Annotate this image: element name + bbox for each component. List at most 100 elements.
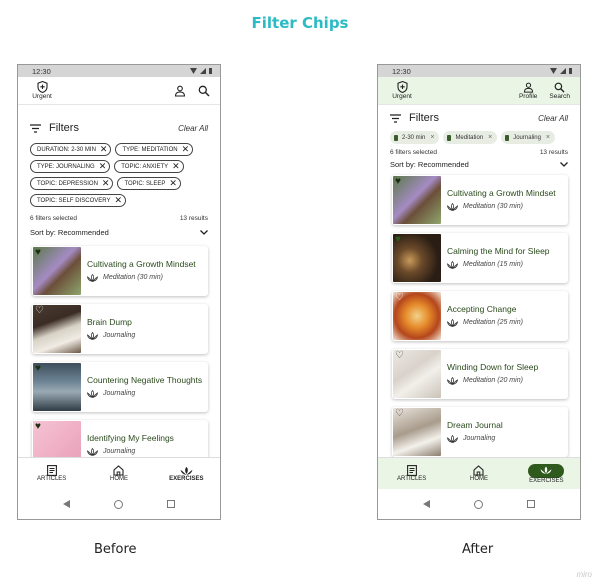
lotus-icon: [180, 466, 193, 475]
favorite-heart-icon[interactable]: ♡: [35, 306, 44, 316]
nav-exercises[interactable]: EXERCISES: [513, 458, 580, 489]
close-icon[interactable]: ✕: [99, 162, 107, 171]
search-label: Search: [549, 92, 570, 100]
filter-chip[interactable]: Journaling ×: [501, 131, 555, 144]
close-icon[interactable]: ✕: [169, 179, 177, 188]
comparison-page: Filter Chips 12:30 Urgent Filters Clear …: [0, 0, 600, 583]
favorite-heart-icon[interactable]: ♥: [395, 177, 401, 187]
wifi-icon: [190, 68, 197, 74]
nav-exercises[interactable]: EXERCISES: [153, 458, 220, 489]
filter-icon: [30, 123, 41, 133]
bottom-navigation: ARTICLES HOME EXERCISES: [18, 457, 220, 489]
lotus-icon: [447, 318, 458, 327]
exercise-card[interactable]: ♡ Accepting Change Meditation (25 min): [392, 291, 568, 341]
close-icon[interactable]: ✕: [114, 196, 122, 205]
profile-icon[interactable]: [174, 85, 186, 97]
profile-button[interactable]: Profile: [519, 82, 537, 100]
nav-label: ARTICLES: [397, 476, 427, 482]
meditation-icon: [447, 134, 452, 141]
favorite-heart-icon[interactable]: ♡: [395, 293, 404, 303]
favorite-heart-icon[interactable]: ♥: [35, 248, 41, 258]
hourglass-icon: [394, 134, 398, 141]
card-title: Cultivating a Growth Mindset: [87, 259, 196, 270]
filter-chip[interactable]: Meditation ×: [443, 131, 498, 144]
recents-icon[interactable]: [167, 500, 175, 508]
exercise-card[interactable]: ♡ Winding Down for Sleep Meditation (20 …: [392, 349, 568, 399]
exercise-card[interactable]: ♡ Dream Journal Journaling: [392, 407, 568, 457]
status-bar: 12:30: [18, 65, 220, 77]
filter-chip[interactable]: TOPIC: DEPRESSION ✕: [30, 177, 114, 190]
card-subtitle: Meditation (20 min): [463, 377, 523, 385]
back-icon[interactable]: [423, 500, 430, 508]
home-circle-icon[interactable]: [114, 499, 123, 509]
system-navigation-bar: [378, 489, 580, 519]
card-thumbnail: ♡: [393, 350, 441, 398]
results-count: 13 results: [539, 149, 568, 156]
app-bar: Urgent: [18, 77, 220, 105]
filter-chip[interactable]: TOPIC: ANXIETY ✕: [114, 160, 184, 173]
urgent-button[interactable]: Urgent: [28, 81, 56, 100]
filter-chip[interactable]: TOPIC: SLEEP ✕: [117, 177, 181, 190]
nav-articles[interactable]: ARTICLES: [378, 458, 445, 489]
search-icon: [554, 82, 565, 93]
favorite-heart-icon[interactable]: ♡: [395, 409, 404, 419]
card-thumbnail: ♡: [393, 292, 441, 340]
nav-label: HOME: [109, 476, 128, 482]
battery-icon: [569, 68, 572, 74]
filter-chip[interactable]: 2-30 min ×: [390, 131, 440, 144]
nav-label: ARTICLES: [37, 476, 67, 482]
nav-home[interactable]: HOME: [445, 458, 512, 489]
recents-icon[interactable]: [527, 500, 535, 508]
favorite-heart-icon[interactable]: ♥: [395, 235, 401, 245]
chevron-down-icon: [560, 162, 568, 167]
clear-all-button[interactable]: Clear All: [178, 124, 208, 133]
home-circle-icon[interactable]: [474, 499, 483, 509]
urgent-label: Urgent: [32, 93, 52, 100]
exercise-card[interactable]: ♥ Countering Negative Thoughts Journalin…: [32, 362, 208, 412]
shield-plus-icon: [396, 81, 408, 93]
favorite-heart-icon[interactable]: ♥: [35, 364, 41, 374]
status-time: 12:30: [32, 66, 51, 76]
exercise-card[interactable]: ♥ Cultivating a Growth Mindset Meditatio…: [32, 246, 208, 296]
close-icon[interactable]: ×: [546, 134, 550, 141]
close-icon[interactable]: ✕: [100, 145, 108, 154]
close-icon[interactable]: ×: [430, 134, 434, 141]
card-subtitle: Meditation (30 min): [463, 203, 523, 211]
urgent-button[interactable]: Urgent: [388, 81, 416, 100]
results-count: 13 results: [179, 215, 208, 222]
exercise-card[interactable]: ♡ Brain Dump Journaling: [32, 304, 208, 354]
clear-all-button[interactable]: Clear All: [538, 114, 568, 123]
card-subtitle: Journaling: [463, 435, 496, 443]
filter-chip-row[interactable]: 2-30 min × Meditation × Journaling ×: [378, 131, 580, 144]
filter-chip[interactable]: DURATION: 2-30 MIN ✕: [30, 143, 112, 156]
close-icon[interactable]: ✕: [102, 179, 110, 188]
close-icon[interactable]: ×: [488, 134, 492, 141]
sort-dropdown[interactable]: Sort by: Recommended: [18, 228, 220, 237]
sort-dropdown[interactable]: Sort by: Recommended: [378, 160, 580, 169]
search-icon[interactable]: [198, 85, 210, 97]
filter-chip[interactable]: TYPE: MEDITATION ✕: [115, 143, 194, 156]
back-icon[interactable]: [63, 500, 70, 508]
nav-home[interactable]: HOME: [85, 458, 152, 489]
filter-chip[interactable]: TOPIC: SELF DISCOVERY ✕: [30, 194, 127, 207]
status-bar: 12:30: [378, 65, 580, 77]
lotus-icon: [447, 376, 458, 385]
home-icon: [473, 465, 485, 476]
journal-icon: [505, 134, 510, 141]
page-title: Filter Chips: [251, 14, 349, 32]
filter-chip[interactable]: TYPE: JOURNALING ✕: [30, 160, 111, 173]
close-icon[interactable]: ✕: [172, 162, 180, 171]
exercise-card[interactable]: ♥ Calming the Mind for Sleep Meditation …: [392, 233, 568, 283]
results-meta: 6 filters selected 13 results: [18, 215, 220, 222]
search-button[interactable]: Search: [549, 82, 570, 100]
filters-header: Filters Clear All: [378, 109, 580, 127]
exercise-card[interactable]: ♥ Cultivating a Growth Mindset Meditatio…: [392, 175, 568, 225]
profile-label: Profile: [518, 92, 538, 100]
nav-articles[interactable]: ARTICLES: [18, 458, 85, 489]
chip-label: TYPE: MEDITATION: [122, 146, 178, 153]
close-icon[interactable]: ✕: [182, 145, 190, 154]
nav-label: HOME: [469, 476, 488, 482]
card-thumbnail: ♥: [393, 176, 441, 224]
favorite-heart-icon[interactable]: ♥: [35, 422, 41, 432]
favorite-heart-icon[interactable]: ♡: [395, 351, 404, 361]
